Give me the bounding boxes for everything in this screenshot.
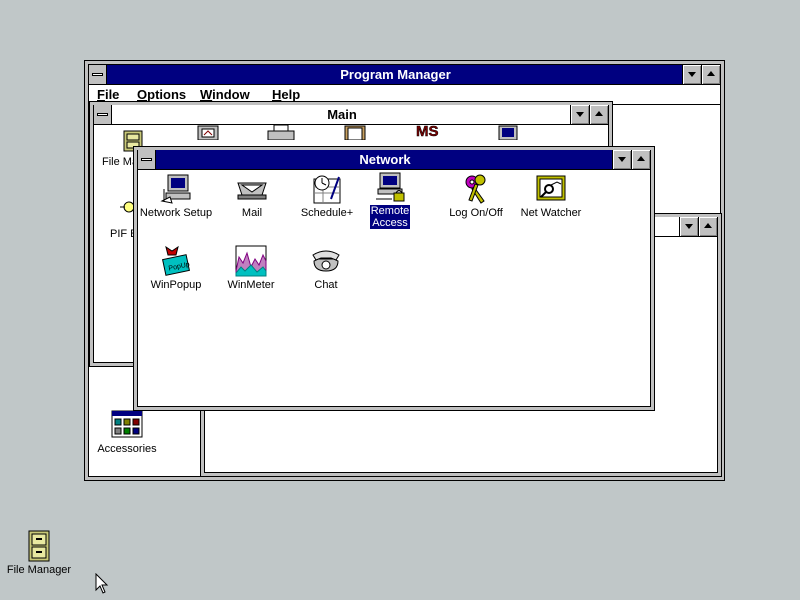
network-maximize-button[interactable] [631,150,650,169]
menu-help-accel: H [272,87,282,102]
logon-logoff-label: Log On/Off [449,207,503,219]
mail-icon [236,173,268,205]
control-panel-icon[interactable] [194,124,222,143]
logon-logoff-program[interactable]: Log On/Off [436,173,516,219]
remote-access-label-line1: Remote [370,205,410,217]
chat-program[interactable]: Chat [286,245,366,291]
winmeter-icon [235,245,267,277]
remote-access-program[interactable]: Remote Access [350,171,430,229]
winpopup-program[interactable]: PopUp WinPopup [136,245,216,291]
network-group-window[interactable]: Network Network Setup Mail Schedule+ Rem… [133,146,655,411]
maximize-button[interactable] [701,65,720,84]
print-manager-icon[interactable] [266,124,296,143]
menu-options-accel: O [137,87,148,102]
main-system-menu-icon[interactable] [94,105,112,124]
network-system-menu-icon[interactable] [138,150,156,169]
remote-access-icon [374,171,406,203]
menu-options-label: ptions [147,87,187,102]
network-titlebar[interactable]: Network [138,150,650,170]
chat-label: Chat [314,279,338,291]
program-manager-titlebar[interactable]: Program Manager [89,65,720,85]
main-title: Main [327,107,357,122]
menu-window-label: indow [212,87,250,102]
mouse-cursor-icon [95,572,109,598]
ms-dos-prompt-icon[interactable]: MS [414,122,444,143]
desktop-file-manager[interactable]: File Manager [0,530,79,576]
schedule-plus-icon [311,173,343,205]
winpopup-label: WinPopup [150,279,202,291]
menu-file-accel: F [97,87,105,102]
clipboard-viewer-icon[interactable] [342,124,368,143]
network-setup-icon [160,173,192,205]
winpopup-icon: PopUp [160,245,192,277]
accessories-label: Accessories [97,443,157,455]
menu-file-label: ile [104,87,120,102]
pif-editor-icon[interactable] [120,200,135,217]
accessories-maximize-button[interactable] [698,217,717,236]
accessories-minimize-button[interactable] [679,217,698,236]
desktop-file-manager-label: File Manager [6,564,72,576]
network-minimize-button[interactable] [612,150,631,169]
mail-program[interactable]: Mail [212,173,292,219]
winmeter-label: WinMeter [227,279,275,291]
menu-help-label: elp [281,87,301,102]
svg-text:MS: MS [416,123,439,140]
network-title: Network [359,152,411,167]
remote-access-label-line2: Access [372,217,408,229]
winmeter-program[interactable]: WinMeter [211,245,291,291]
accessories-icon [111,409,143,441]
file-cabinet-icon [27,530,51,562]
net-watcher-program[interactable]: Net Watcher [511,173,591,219]
accessories-group-icon[interactable]: Accessories [87,409,167,455]
remote-access-label: Remote Access [369,205,411,229]
main-maximize-button[interactable] [589,105,608,124]
mail-label: Mail [241,207,263,219]
system-menu-icon[interactable] [89,65,107,84]
chat-icon [310,245,342,277]
net-watcher-label: Net Watcher [520,207,582,219]
main-titlebar[interactable]: Main [94,105,608,125]
schedule-plus-label: Schedule+ [300,207,354,219]
windows-setup-icon[interactable] [494,124,522,143]
main-minimize-button[interactable] [570,105,589,124]
network-setup-label: Network Setup [139,207,213,219]
minimize-button[interactable] [682,65,701,84]
logon-logoff-icon [460,173,492,205]
menu-window-accel: W [200,87,213,102]
network-setup-program[interactable]: Network Setup [136,173,216,219]
window-title: Program Manager [340,67,451,82]
net-watcher-icon [535,173,567,205]
